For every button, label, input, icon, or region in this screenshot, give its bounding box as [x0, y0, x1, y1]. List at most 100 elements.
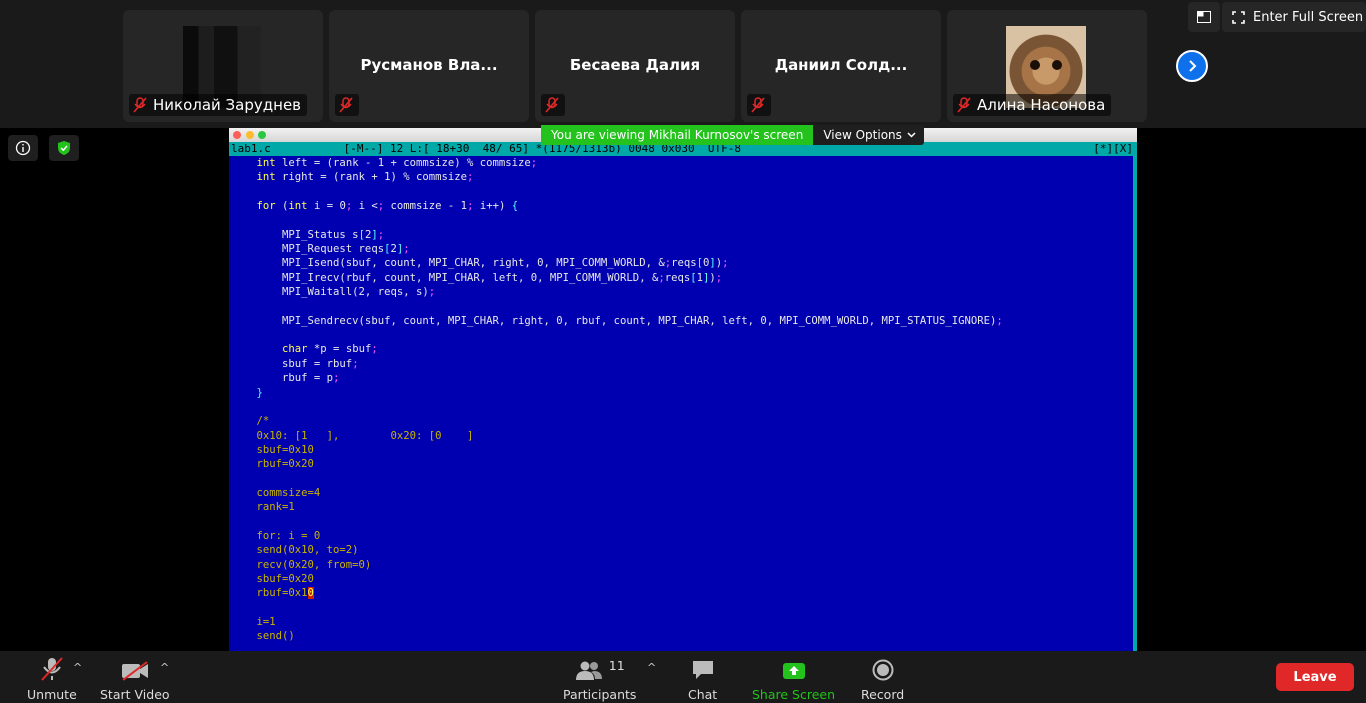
audio-options-caret[interactable]: ^	[73, 661, 82, 674]
code-line: for: i = 0	[231, 529, 321, 542]
participant-name: Бесаева Далия	[569, 56, 701, 74]
share-banner: You are viewing Mikhail Kurnosov's scree…	[541, 125, 924, 145]
code-line: MPI_Request reqs[2];	[231, 243, 410, 256]
participant-name: Николай Заруднев	[153, 96, 302, 114]
enter-full-screen-button[interactable]: Enter Full Screen	[1222, 2, 1366, 32]
participant-label: Николай Заруднев	[129, 94, 308, 116]
minimize-dot-icon	[246, 131, 254, 139]
code-line: int left = (rank - 1 + commsize) % comms…	[256, 157, 538, 169]
start-video-label: Start Video	[100, 687, 170, 702]
muted-mic-icon	[339, 97, 353, 113]
code-line: char *p = sbuf;	[282, 343, 378, 356]
participant-label	[541, 94, 565, 116]
shield-icon	[58, 141, 70, 155]
participants-button[interactable]: 11 Participants	[563, 655, 636, 702]
meeting-toolbar: Unmute ^ Start Video ^ 11 Participants ^…	[0, 651, 1366, 703]
editor-status-flags: [*][X]	[1093, 142, 1133, 155]
viewing-notice: You are viewing Mikhail Kurnosov's scree…	[541, 125, 814, 145]
fullscreen-icon	[1232, 10, 1245, 24]
code-line: for (int i = 0; i <; commsize - 1; i++) …	[256, 200, 519, 213]
chat-button[interactable]: Chat	[688, 655, 717, 702]
code-line: MPI_Isend(sbuf, count, MPI_CHAR, right, …	[231, 257, 729, 270]
participant-tile[interactable]: Даниил Солд...	[741, 10, 941, 122]
participants-label: Participants	[563, 687, 637, 702]
share-screen-button[interactable]: Share Screen	[752, 655, 835, 702]
code-line: i=1	[231, 616, 276, 628]
layout-button[interactable]	[1188, 2, 1220, 32]
code-line: }	[256, 386, 263, 399]
participant-tile[interactable]: Бесаева Далия	[535, 10, 735, 122]
code-editor: int left = (rank - 1 + commsize) % comms…	[231, 156, 1133, 651]
code-line: rbuf = p;	[231, 372, 340, 385]
leave-button[interactable]: Leave	[1276, 663, 1354, 691]
participant-strip: Николай Заруднев Русманов Вла... Бесаева…	[0, 0, 1366, 128]
code-line: int right = (rank + 1) % commsize;	[256, 171, 474, 184]
share-screen-label: Share Screen	[752, 687, 836, 702]
record-label: Record	[861, 687, 905, 702]
code-line: recv(0x20, from=0)	[231, 558, 372, 571]
participants-count: 11	[608, 658, 625, 673]
view-options-label: View Options	[823, 128, 902, 142]
video-options-caret[interactable]: ^	[160, 661, 169, 674]
video-off-icon	[121, 661, 148, 681]
participants-icon	[575, 661, 602, 680]
info-icon	[15, 140, 31, 156]
code-line: 0x10: [1 ], 0x20: [0 ]	[231, 429, 474, 442]
participant-name: Русманов Вла...	[360, 56, 498, 74]
participants-options-caret[interactable]: ^	[647, 661, 656, 674]
code-line: MPI_Irecv(rbuf, count, MPI_CHAR, left, 0…	[231, 271, 723, 284]
next-page-button[interactable]	[1176, 50, 1208, 82]
code-line: sbuf=0x10	[231, 443, 314, 456]
layout-icon	[1197, 11, 1211, 23]
code-line: sbuf=0x20	[231, 572, 314, 585]
muted-mic-icon	[957, 97, 971, 113]
code-line: send(0x10, to=2)	[231, 544, 359, 557]
code-line: rbuf=0x20	[231, 458, 314, 471]
chat-label: Chat	[688, 687, 718, 702]
chevron-right-icon	[1189, 60, 1197, 72]
participant-name: Алина Насонова	[977, 96, 1106, 114]
code-line: send()	[231, 630, 295, 643]
security-button[interactable]	[49, 135, 79, 161]
unmute-button[interactable]: Unmute	[27, 655, 77, 702]
participant-tile[interactable]: Русманов Вла...	[329, 10, 529, 122]
editor-scrollbar	[1133, 156, 1137, 651]
muted-mic-icon	[133, 97, 147, 113]
code-line: MPI_Status s[2];	[231, 228, 385, 241]
meeting-info-button[interactable]	[8, 135, 38, 161]
record-button[interactable]: Record	[861, 655, 904, 702]
code-line: rank=1	[231, 501, 295, 514]
view-options-button[interactable]: View Options	[813, 125, 924, 145]
close-dot-icon	[233, 131, 241, 139]
share-screen-icon	[782, 663, 805, 679]
participant-tile[interactable]: Алина Насонова	[947, 10, 1147, 122]
participant-name: Даниил Солд...	[774, 56, 908, 74]
code-line: MPI_Sendrecv(sbuf, count, MPI_CHAR, righ…	[231, 314, 1003, 327]
participant-tile[interactable]: Николай Заруднев	[123, 10, 323, 122]
code-line: rbuf=0x10	[231, 587, 314, 600]
muted-mic-icon	[41, 657, 63, 681]
muted-mic-icon	[545, 97, 559, 113]
participant-label	[747, 94, 771, 116]
record-icon	[872, 659, 894, 681]
zoom-dot-icon	[258, 131, 266, 139]
chevron-down-icon	[907, 132, 916, 138]
zoom-meeting-window: Николай Заруднев Русманов Вла... Бесаева…	[0, 0, 1366, 703]
shared-screen: lab1.c [-M--] 12 L:[ 18+30 48/ 65] *(117…	[229, 128, 1137, 651]
muted-mic-icon	[751, 97, 765, 113]
code-line: MPI_Waitall(2, reqs, s);	[231, 286, 436, 299]
participant-label	[335, 94, 359, 116]
code-line: sbuf = rbuf;	[231, 357, 359, 370]
participant-label: Алина Насонова	[953, 94, 1112, 116]
code-line: commsize=4	[231, 486, 321, 499]
enter-full-screen-label: Enter Full Screen	[1253, 9, 1364, 25]
code-line: /*	[231, 415, 270, 428]
unmute-label: Unmute	[27, 687, 77, 702]
